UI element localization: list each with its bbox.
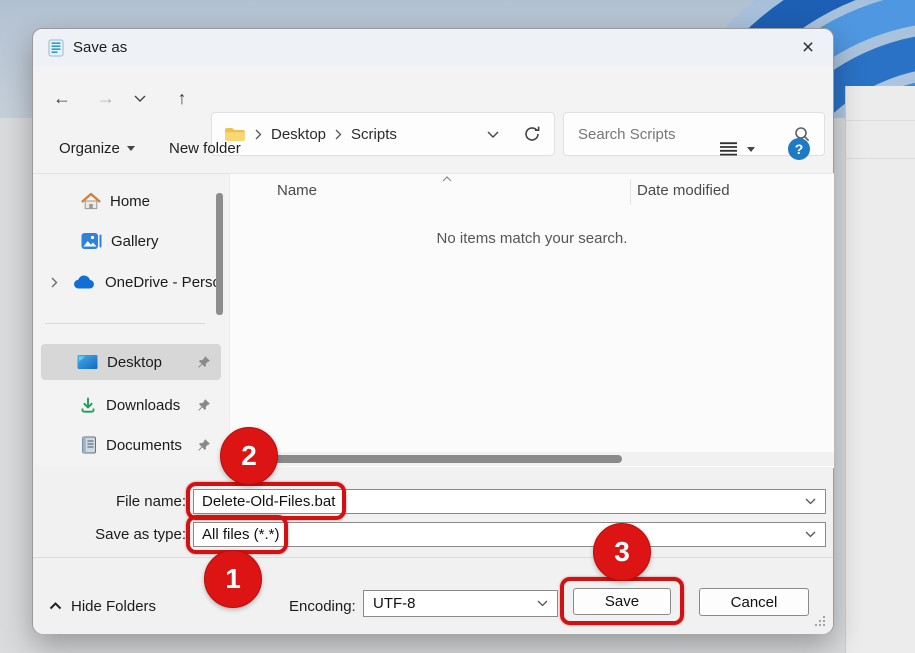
sidebar-item-label: OneDrive - Perso <box>105 274 221 291</box>
view-caret-icon[interactable] <box>747 147 755 152</box>
encoding-select[interactable]: UTF-8 <box>363 590 558 617</box>
sidebar-item-label: Documents <box>106 437 182 454</box>
downloads-icon <box>79 396 97 414</box>
sidebar-item-label: Downloads <box>106 397 180 414</box>
sidebar-item-downloads[interactable]: Downloads <box>41 389 221 421</box>
notepad-icon <box>47 39 65 57</box>
annotation-step-2: 2 <box>220 427 278 485</box>
sidebar-item-documents[interactable]: Documents <box>41 429 221 461</box>
chevron-up-icon <box>49 602 62 610</box>
file-name-label: File name: <box>33 489 186 514</box>
navigation-pane: Home Gallery <box>33 173 229 467</box>
new-folder-button[interactable]: New folder <box>161 125 249 172</box>
sidebar-divider <box>45 323 205 324</box>
new-folder-label: New folder <box>169 140 241 157</box>
command-bar: Organize New folder ? <box>33 125 833 174</box>
encoding-label: Encoding: <box>289 593 356 620</box>
desktop-screen: Save as × ← → ↑ Desktop Scripts <box>0 0 915 653</box>
dialog-title: Save as <box>73 29 127 67</box>
desktop-icon <box>77 354 98 370</box>
pin-icon <box>197 438 211 452</box>
sidebar-item-label: Home <box>110 193 150 210</box>
documents-icon <box>81 436 97 454</box>
dropdown-caret-icon <box>127 146 135 151</box>
sidebar-item-desktop[interactable]: Desktop <box>41 344 221 380</box>
hide-folders-label: Hide Folders <box>71 598 156 615</box>
sidebar-item-gallery[interactable]: Gallery <box>41 225 221 257</box>
file-fields-area: File name: Save as type: All files (*.*) <box>33 467 833 557</box>
horizontal-scrollbar-thumb[interactable] <box>232 455 622 463</box>
history-chevron-icon[interactable] <box>134 95 146 102</box>
back-icon[interactable]: ← <box>49 85 75 111</box>
pin-icon <box>197 355 211 369</box>
annotation-outline-save <box>560 577 684 625</box>
sidebar-item-onedrive[interactable]: OneDrive - Perso <box>41 266 221 298</box>
hide-folders-button[interactable]: Hide Folders <box>49 594 156 618</box>
annotation-step-1: 1 <box>204 550 262 608</box>
pin-icon <box>197 398 211 412</box>
home-icon <box>81 192 101 210</box>
gallery-icon <box>81 232 102 250</box>
file-name-dropdown-icon[interactable] <box>805 498 825 505</box>
dialog-footer: Hide Folders Encoding: UTF-8 Save Cancel <box>33 557 833 634</box>
empty-list-message: No items match your search. <box>230 230 834 247</box>
encoding-dropdown-icon[interactable] <box>537 600 557 607</box>
onedrive-icon <box>72 274 96 290</box>
forward-icon[interactable]: → <box>93 85 119 111</box>
expand-chevron-icon[interactable] <box>51 277 58 288</box>
save-type-label: Save as type: <box>33 522 186 547</box>
resize-grip-icon[interactable] <box>814 615 826 627</box>
sidebar-item-home[interactable]: Home <box>41 185 221 217</box>
file-list: Name Date modified No items match your s… <box>229 173 834 468</box>
navigation-bar: ← → ↑ Desktop Scripts <box>33 67 833 125</box>
background-window-edge <box>845 86 915 653</box>
encoding-value: UTF-8 <box>364 595 537 612</box>
dialog-body: Home Gallery <box>33 173 833 467</box>
annotation-step-3: 3 <box>593 523 651 581</box>
sort-asc-icon[interactable] <box>442 176 452 182</box>
organize-label: Organize <box>59 140 120 157</box>
sidebar-scrollbar[interactable] <box>216 193 223 315</box>
title-bar: Save as × <box>33 29 833 67</box>
save-as-dialog: Save as × ← → ↑ Desktop Scripts <box>32 28 834 634</box>
horizontal-scrollbar[interactable] <box>230 452 834 466</box>
cancel-button[interactable]: Cancel <box>699 588 809 616</box>
help-icon[interactable]: ? <box>788 138 810 160</box>
annotation-outline-save-type <box>186 515 288 554</box>
view-list-icon[interactable] <box>719 142 738 156</box>
close-icon[interactable]: × <box>791 33 825 63</box>
column-header-name[interactable]: Name <box>277 182 317 199</box>
column-header-date-modified[interactable]: Date modified <box>637 182 730 199</box>
up-icon[interactable]: ↑ <box>169 85 195 111</box>
organize-button[interactable]: Organize <box>51 125 143 172</box>
sidebar-item-label: Desktop <box>107 354 162 371</box>
column-divider[interactable] <box>630 179 631 205</box>
sidebar-item-label: Gallery <box>111 233 159 250</box>
save-type-dropdown-icon[interactable] <box>805 531 825 538</box>
